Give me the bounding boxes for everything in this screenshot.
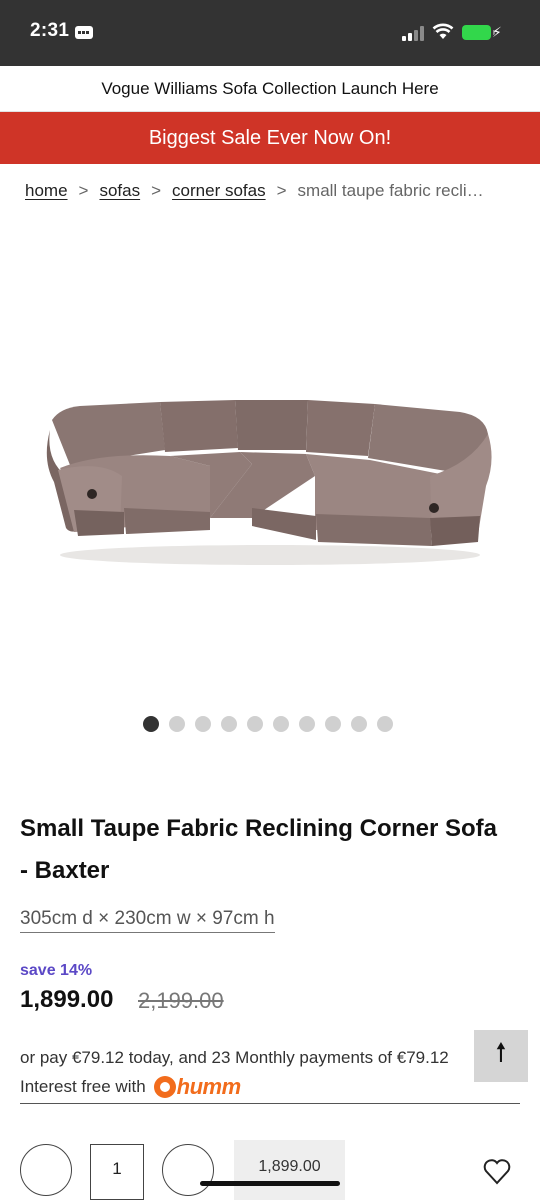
carousel-dot[interactable] bbox=[169, 716, 185, 732]
carousel-dot[interactable] bbox=[143, 716, 159, 732]
charging-bolt-icon: ⚡ bbox=[492, 24, 502, 40]
breadcrumb-separator: > bbox=[276, 181, 287, 200]
breadcrumb: home > sofas > corner sofas > small taup… bbox=[25, 181, 525, 201]
finance-payment-text: or pay €79.12 today, and 23 Monthly paym… bbox=[20, 1048, 449, 1067]
status-time: 2:31 bbox=[30, 20, 70, 41]
humm-swirl-icon bbox=[153, 1076, 176, 1098]
product-was-price: 2,199.00 bbox=[138, 988, 224, 1013]
status-bar: 2:31 ⚡ bbox=[0, 0, 540, 66]
carousel-dot[interactable] bbox=[221, 716, 237, 732]
sale-banner-text: Biggest Sale Ever Now On! bbox=[148, 126, 392, 149]
breadcrumb-corner-sofas-link[interactable]: corner sofas bbox=[172, 181, 266, 201]
wifi-icon bbox=[432, 23, 454, 39]
product-title: Small Taupe Fabric Reclining Corner Sofa… bbox=[20, 815, 497, 884]
quantity-increase-button[interactable] bbox=[162, 1144, 214, 1196]
signal-icon bbox=[402, 25, 426, 41]
back-to-top-button[interactable]: 🠕 bbox=[474, 1030, 528, 1082]
carousel-dot[interactable] bbox=[247, 716, 263, 732]
app-badge-icon bbox=[75, 26, 93, 39]
home-indicator bbox=[200, 1181, 340, 1186]
carousel-dot[interactable] bbox=[273, 716, 289, 732]
quantity-input[interactable]: 1 bbox=[90, 1144, 144, 1200]
carousel-dot[interactable] bbox=[299, 716, 315, 732]
carousel-dot[interactable] bbox=[377, 716, 393, 732]
breadcrumb-separator: > bbox=[151, 181, 162, 200]
battery-icon bbox=[462, 25, 495, 40]
finance-interest-text: Interest free with bbox=[20, 1077, 146, 1096]
humm-logo-text: humm bbox=[176, 1074, 242, 1099]
product-dimensions[interactable]: 305cm d × 230cm w × 97cm h bbox=[20, 908, 275, 933]
carousel-dot[interactable] bbox=[325, 716, 341, 732]
breadcrumb-sofas-link[interactable]: sofas bbox=[99, 181, 140, 201]
carousel-dot[interactable] bbox=[195, 716, 211, 732]
breadcrumb-separator: > bbox=[78, 181, 89, 200]
quantity-decrease-button[interactable] bbox=[20, 1144, 72, 1196]
save-badge: save 14% bbox=[20, 962, 93, 979]
arrow-up-icon: 🠕 bbox=[495, 1037, 507, 1067]
heart-icon[interactable] bbox=[482, 1156, 512, 1186]
product-image-sofa[interactable] bbox=[40, 390, 500, 570]
breadcrumb-home-link[interactable]: home bbox=[25, 181, 68, 201]
humm-logo: humm bbox=[153, 1072, 242, 1102]
product-price: 1,899.00 bbox=[20, 986, 114, 1013]
sale-banner[interactable]: Biggest Sale Ever Now On! bbox=[0, 112, 540, 164]
promo-banner-text: Vogue Williams Sofa Collection Launch He… bbox=[101, 78, 439, 98]
carousel-dot[interactable] bbox=[351, 716, 367, 732]
image-carousel-dots bbox=[143, 716, 393, 732]
promo-banner[interactable]: Vogue Williams Sofa Collection Launch He… bbox=[0, 66, 540, 112]
finance-info[interactable]: or pay €79.12 today, and 23 Monthly paym… bbox=[20, 1044, 520, 1104]
add-to-cart-button[interactable]: 1,899.00 bbox=[234, 1140, 345, 1200]
breadcrumb-current: small taupe fabric recli… bbox=[297, 181, 484, 200]
